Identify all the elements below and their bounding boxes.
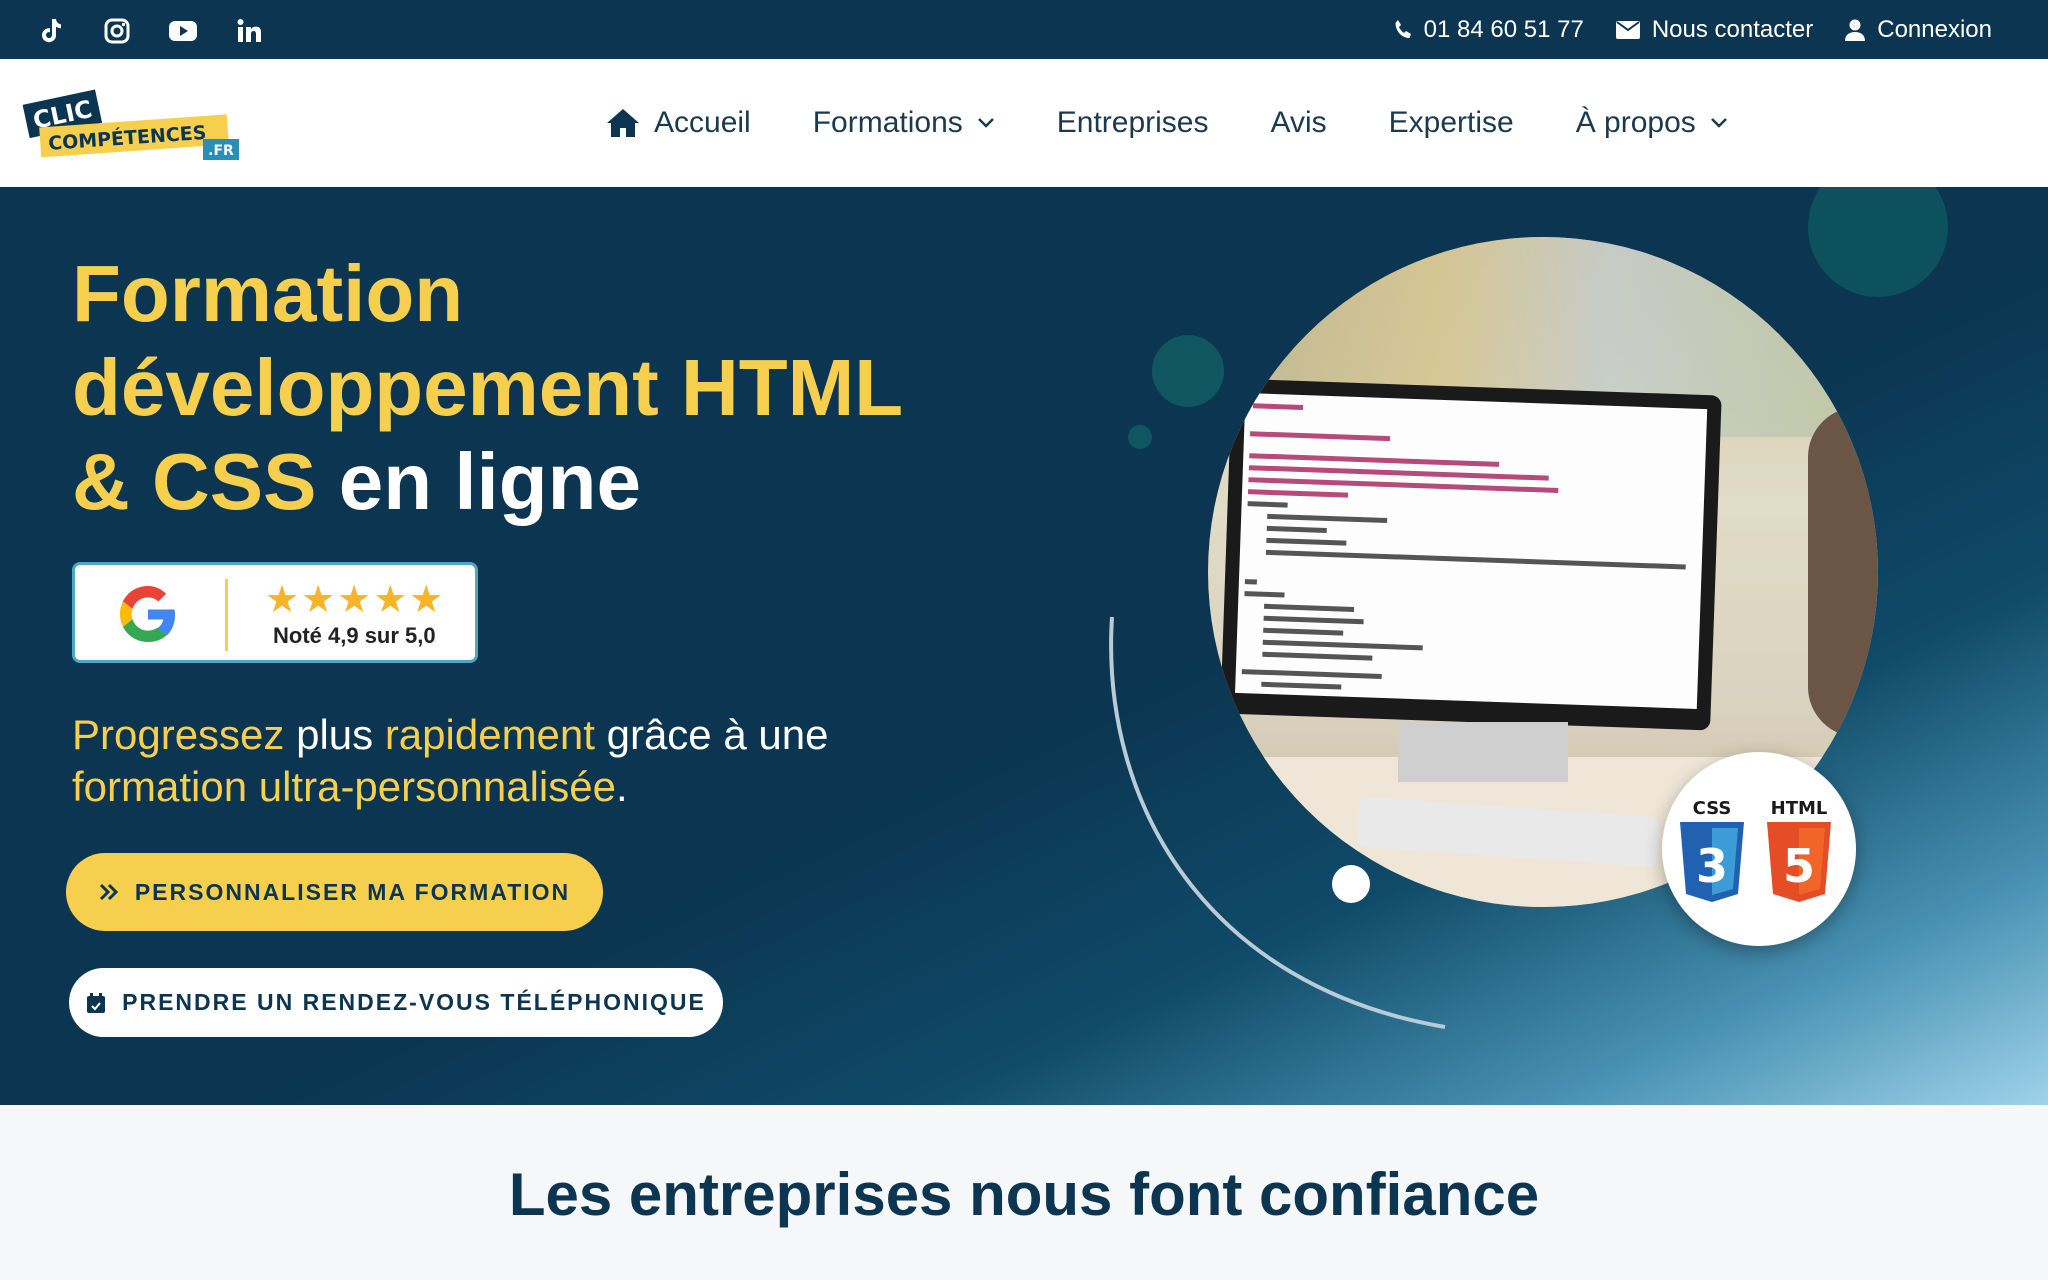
button-label: PRENDRE UN RENDEZ-VOUS TÉLÉPHONIQUE	[122, 989, 706, 1015]
google-rating-badge[interactable]: ★★★★★ Noté 4,9 sur 5,0	[72, 562, 478, 663]
button-label: PERSONNALISER MA FORMATION	[134, 878, 571, 905]
social-links	[34, 14, 266, 48]
login-link[interactable]: Connexion	[1845, 16, 1992, 44]
phone-number: 01 84 60 51 77	[1423, 15, 1584, 43]
monitor	[1220, 378, 1722, 731]
chevron-down-icon	[1710, 118, 1727, 128]
nav-label: Entreprises	[1056, 106, 1209, 139]
hero-title: Formation développement HTML & CSS en li…	[72, 247, 972, 529]
hero-section: Formation développement HTML & CSS en li…	[0, 187, 2048, 1105]
hero-tagline: Progressez plus rapidement grâce à une f…	[72, 709, 932, 813]
divider	[225, 579, 228, 651]
calendar-icon	[87, 992, 106, 1013]
chevron-down-icon	[977, 118, 994, 128]
tagline-part: rapidement	[384, 711, 595, 758]
hero-title-rest: en ligne	[316, 437, 641, 526]
nav-item-entreprises[interactable]: Entreprises	[1057, 106, 1209, 140]
rating-stars: ★★★★★	[265, 579, 446, 621]
nav-item-a-propos[interactable]: À propos	[1576, 106, 1728, 140]
nav-item-avis[interactable]: Avis	[1271, 106, 1327, 140]
contact-links: 01 84 60 51 77 Nous contacter Connexion	[1392, 0, 1992, 59]
main-navbar: CLIC COMPÉTENCES .FR Accueil Formations …	[0, 59, 2048, 187]
code-screen	[1235, 393, 1708, 709]
home-icon	[607, 109, 639, 137]
personalize-training-button[interactable]: PERSONNALISER MA FORMATION	[66, 853, 603, 931]
tiktok-icon[interactable]	[34, 14, 68, 48]
html-label: HTML	[1771, 798, 1828, 819]
nav-item-accueil[interactable]: Accueil	[606, 106, 751, 140]
envelope-icon	[1615, 20, 1640, 39]
nav-item-expertise[interactable]: Expertise	[1389, 106, 1514, 140]
nav-item-formations[interactable]: Formations	[813, 106, 995, 140]
top-bar: 01 84 60 51 77 Nous contacter Connexion	[0, 0, 2048, 59]
decorative-circle	[1128, 425, 1152, 449]
phone-icon	[1395, 19, 1411, 38]
tagline-part: formation ultra-personnalisée	[72, 763, 616, 810]
nav-label: À propos	[1575, 106, 1696, 139]
trust-section: Les entreprises nous font confiance	[0, 1105, 2048, 1280]
html5-icon: 5	[1767, 822, 1831, 902]
tagline-part: plus	[284, 711, 385, 758]
html5-digit: 5	[1783, 839, 1815, 893]
double-chevron-right-icon	[99, 883, 118, 901]
logo-tld-text: .FR	[208, 143, 234, 159]
tagline-part: grâce à une	[594, 711, 829, 758]
code-lines	[1241, 403, 1686, 690]
css3-icon: 3	[1680, 822, 1744, 902]
user-icon	[1845, 19, 1866, 41]
nav-label: Avis	[1270, 106, 1327, 139]
tagline-part: .	[615, 763, 628, 810]
primary-nav: Accueil Formations Entreprises Avis Expe…	[606, 59, 1728, 187]
nav-label: Formations	[812, 106, 963, 139]
linkedin-icon[interactable]	[232, 14, 266, 48]
site-logo[interactable]: CLIC COMPÉTENCES .FR	[22, 87, 242, 161]
phone-link[interactable]: 01 84 60 51 77	[1392, 16, 1584, 44]
nav-label: Accueil	[654, 106, 751, 139]
contact-label: Nous contacter	[1651, 15, 1814, 43]
nav-label: Expertise	[1388, 106, 1514, 139]
contact-link[interactable]: Nous contacter	[1615, 15, 1814, 44]
youtube-icon[interactable]	[166, 14, 200, 48]
monitor-stand	[1398, 722, 1568, 782]
login-label: Connexion	[1877, 15, 1992, 43]
trust-heading: Les entreprises nous font confiance	[508, 1161, 1540, 1228]
instagram-icon[interactable]	[100, 14, 134, 48]
css-html-badge: CSS HTML 3 5	[1662, 752, 1856, 946]
photo-person	[1808, 407, 1878, 737]
rating-text: Noté 4,9 sur 5,0	[273, 623, 436, 648]
css3-digit: 3	[1696, 839, 1728, 893]
css-label: CSS	[1693, 798, 1732, 819]
tagline-part: Progressez	[72, 711, 285, 758]
phone-appointment-button[interactable]: PRENDRE UN RENDEZ-VOUS TÉLÉPHONIQUE	[69, 968, 723, 1037]
google-icon	[120, 586, 175, 642]
